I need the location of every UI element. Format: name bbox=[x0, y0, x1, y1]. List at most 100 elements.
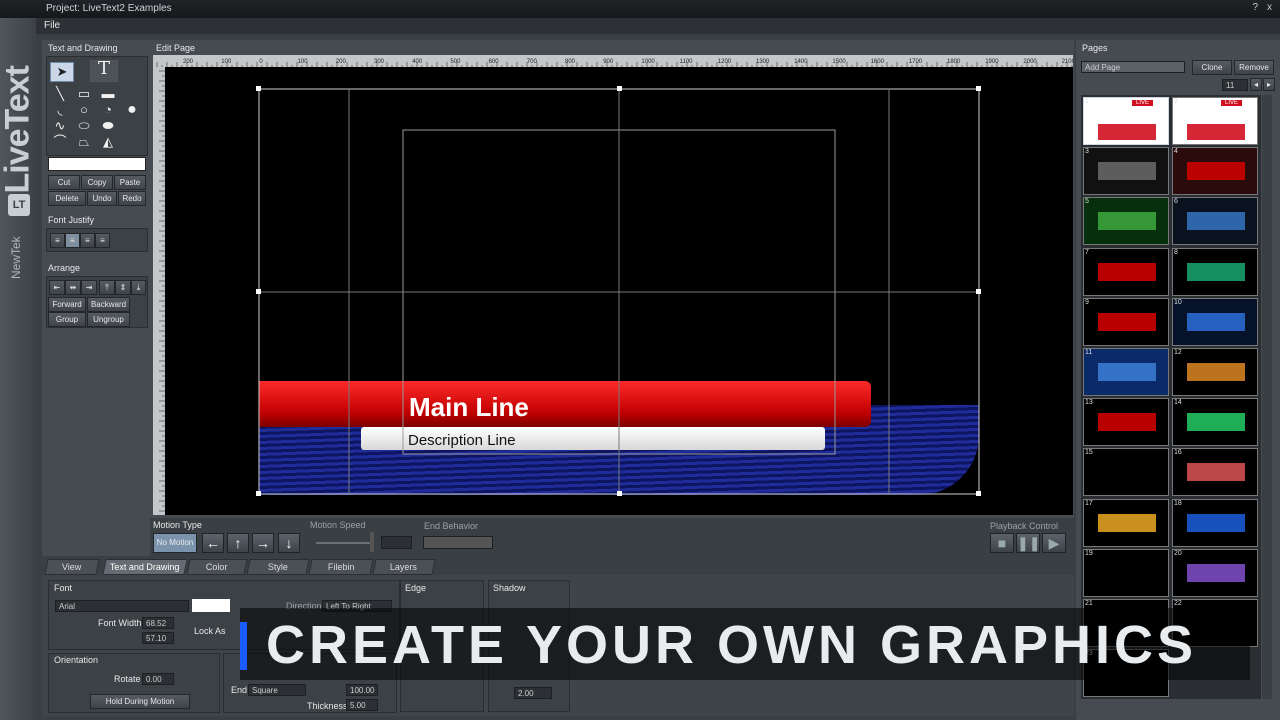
page-thumbnail[interactable]: 4 bbox=[1172, 147, 1258, 196]
justify-full-icon[interactable]: ≡ bbox=[95, 233, 110, 248]
ungroup-button[interactable]: Ungroup bbox=[87, 312, 130, 327]
thickness-field[interactable]: 5.00 bbox=[346, 699, 378, 711]
circle-outline-icon[interactable]: ○ bbox=[74, 102, 94, 118]
start-field[interactable]: 100.00 bbox=[346, 684, 378, 696]
pie-tool-icon[interactable]: ◔ bbox=[98, 102, 118, 118]
page-thumbnail[interactable]: 10 bbox=[1172, 297, 1258, 346]
copy-button[interactable]: Copy bbox=[81, 175, 113, 190]
close-icon[interactable]: x bbox=[1267, 2, 1272, 13]
motion-speed-field[interactable] bbox=[381, 536, 412, 549]
circle-filled-icon[interactable]: ● bbox=[122, 102, 142, 118]
delete-button[interactable]: Delete bbox=[48, 191, 86, 206]
thumbnail-graphic bbox=[1187, 262, 1245, 281]
paste-button[interactable]: Paste bbox=[114, 175, 146, 190]
page-next-icon[interactable]: ▸ bbox=[1263, 78, 1275, 91]
page-thumbnail[interactable]: 18 bbox=[1172, 498, 1258, 547]
page-thumbnail[interactable]: 14 bbox=[1172, 398, 1258, 447]
help-icon[interactable]: ? bbox=[1252, 2, 1258, 13]
edit-canvas[interactable]: Main Line Description Line bbox=[165, 67, 1073, 515]
page-thumbnail[interactable]: 19 bbox=[1083, 548, 1169, 597]
align-right-icon[interactable]: ⇥ bbox=[81, 280, 97, 295]
page-thumbnail[interactable]: 9 bbox=[1083, 297, 1169, 346]
ruler-tick-label: 1000 bbox=[641, 59, 655, 65]
blob-filled-icon[interactable]: ⬬ bbox=[98, 118, 118, 134]
add-page-select[interactable]: Add Page bbox=[1081, 61, 1185, 73]
pause-icon[interactable]: ❚❚ bbox=[1016, 533, 1040, 553]
shadow-value-field[interactable]: 2.00 bbox=[514, 687, 552, 699]
page-prev-icon[interactable]: ◂ bbox=[1250, 78, 1262, 91]
page-thumbnail[interactable]: 16 bbox=[1172, 448, 1258, 497]
tab-text-and-drawing[interactable]: Text and Drawing bbox=[102, 559, 188, 575]
align-center-h-icon[interactable]: ⇹ bbox=[65, 280, 81, 295]
bezier-tool-icon[interactable]: ⌒ bbox=[50, 134, 70, 150]
remove-button[interactable]: Remove bbox=[1234, 60, 1274, 75]
motion-speed-handle[interactable] bbox=[370, 532, 374, 552]
font-select[interactable]: Arial bbox=[55, 600, 189, 612]
undo-button[interactable]: Undo bbox=[87, 191, 117, 206]
text-tool-icon[interactable]: T bbox=[90, 60, 118, 82]
justify-center-icon[interactable]: ≡ bbox=[65, 233, 80, 248]
justify-right-icon[interactable]: ≡ bbox=[80, 233, 95, 248]
motion-up-icon[interactable]: ↑ bbox=[227, 533, 249, 553]
menu-file[interactable]: File bbox=[44, 20, 60, 31]
motion-right-icon[interactable]: → bbox=[252, 533, 274, 553]
motion-down-icon[interactable]: ↓ bbox=[278, 533, 300, 553]
color-swatch[interactable] bbox=[48, 157, 146, 171]
page-thumbnail[interactable]: 12 bbox=[1172, 348, 1258, 396]
blob-outline-icon[interactable]: ⬭ bbox=[74, 118, 94, 134]
group-button[interactable]: Group bbox=[48, 312, 86, 327]
trapezoid-outline-icon[interactable]: ⏢ bbox=[74, 134, 94, 150]
tab-color[interactable]: Color bbox=[186, 559, 248, 575]
cut-button[interactable]: Cut bbox=[48, 175, 80, 190]
end-behavior-select[interactable] bbox=[423, 536, 493, 549]
tab-style[interactable]: Style bbox=[246, 559, 310, 575]
lock-aspect-checkbox[interactable]: Lock As bbox=[194, 626, 226, 636]
motion-type-button[interactable]: No Motion bbox=[153, 533, 197, 553]
end-select[interactable]: Square bbox=[248, 684, 306, 696]
page-thumbnail[interactable]: 13 bbox=[1083, 398, 1169, 447]
rect-filled-icon[interactable]: ▬ bbox=[98, 86, 118, 102]
arc-tool-icon[interactable]: ◟ bbox=[50, 102, 70, 118]
backward-button[interactable]: Backward bbox=[87, 297, 130, 312]
page-thumbnail[interactable]: 11 bbox=[1083, 348, 1169, 396]
rotate-field[interactable]: 0.00 bbox=[142, 673, 174, 685]
redo-button[interactable]: Redo bbox=[118, 191, 146, 206]
motion-speed-slider[interactable] bbox=[316, 542, 372, 544]
tab-filebin[interactable]: Filebin bbox=[308, 559, 374, 575]
thumbs-scrollbar[interactable] bbox=[1262, 95, 1272, 699]
trapezoid-filled-icon[interactable]: ◭ bbox=[98, 134, 118, 150]
page-thumbnail[interactable]: 6 bbox=[1172, 197, 1258, 246]
page-thumbnail[interactable]: 3 bbox=[1083, 147, 1169, 196]
page-thumbnail[interactable]: 5 bbox=[1083, 197, 1169, 246]
font-color-swatch[interactable] bbox=[192, 599, 230, 612]
font-width-field[interactable]: 68.52 bbox=[142, 617, 174, 629]
page-thumbnail[interactable]: 7 bbox=[1083, 247, 1169, 296]
page-thumbnail[interactable]: 8 bbox=[1172, 247, 1258, 296]
align-middle-v-icon[interactable]: ⇕ bbox=[115, 280, 131, 295]
select-arrow-icon[interactable]: ➤ bbox=[50, 62, 74, 82]
thumbnail-graphic bbox=[1098, 463, 1156, 482]
align-left-icon[interactable]: ⇤ bbox=[49, 280, 65, 295]
tab-layers[interactable]: Layers bbox=[372, 559, 436, 575]
justify-left-icon[interactable]: ≡ bbox=[50, 233, 65, 248]
page-thumbnail[interactable]: 2 LIVE bbox=[1172, 97, 1258, 145]
forward-button[interactable]: Forward bbox=[48, 297, 86, 312]
font-height-field[interactable]: 57.10 bbox=[142, 632, 174, 644]
page-thumbnail[interactable]: 15 bbox=[1083, 448, 1169, 497]
curve-tool-icon[interactable]: ∿ bbox=[50, 118, 70, 134]
play-icon[interactable]: ▶ bbox=[1042, 533, 1066, 553]
page-thumbnail[interactable]: 17 bbox=[1083, 498, 1169, 547]
rect-outline-icon[interactable]: ▭ bbox=[74, 86, 94, 102]
thumbnail-number: 10 bbox=[1174, 298, 1182, 306]
align-bottom-icon[interactable]: ⤓ bbox=[131, 280, 146, 295]
stop-icon[interactable]: ■ bbox=[990, 533, 1014, 553]
page-thumbnail[interactable]: 1 LIVE bbox=[1083, 97, 1169, 145]
page-thumbnail[interactable]: 20 bbox=[1172, 548, 1258, 597]
tab-view[interactable]: View bbox=[44, 559, 100, 575]
hold-during-motion-button[interactable]: Hold During Motion bbox=[90, 694, 190, 709]
caption-accent bbox=[240, 622, 247, 670]
motion-left-icon[interactable]: ← bbox=[202, 533, 224, 553]
align-top-icon[interactable]: ⤒ bbox=[99, 280, 115, 295]
clone-button[interactable]: Clone bbox=[1192, 60, 1232, 75]
line-tool-icon[interactable]: ╲ bbox=[50, 86, 70, 102]
